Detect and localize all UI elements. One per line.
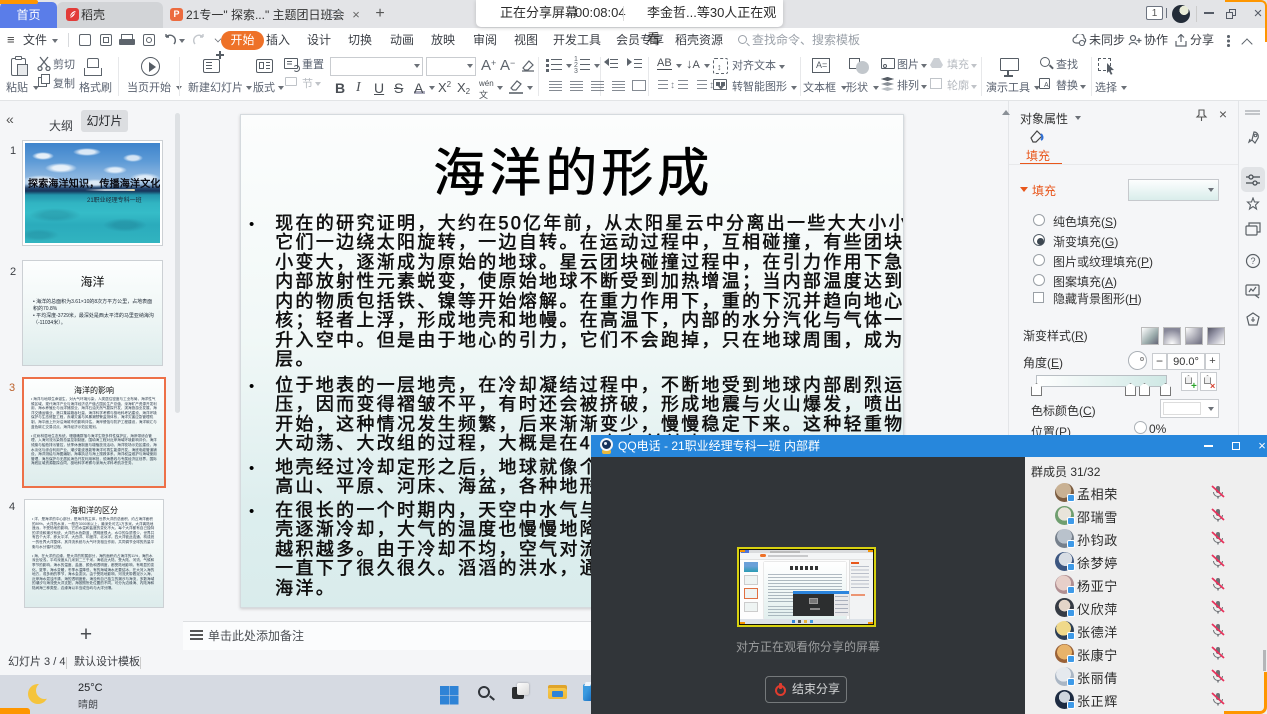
svg-text:?: ?	[1251, 256, 1256, 266]
